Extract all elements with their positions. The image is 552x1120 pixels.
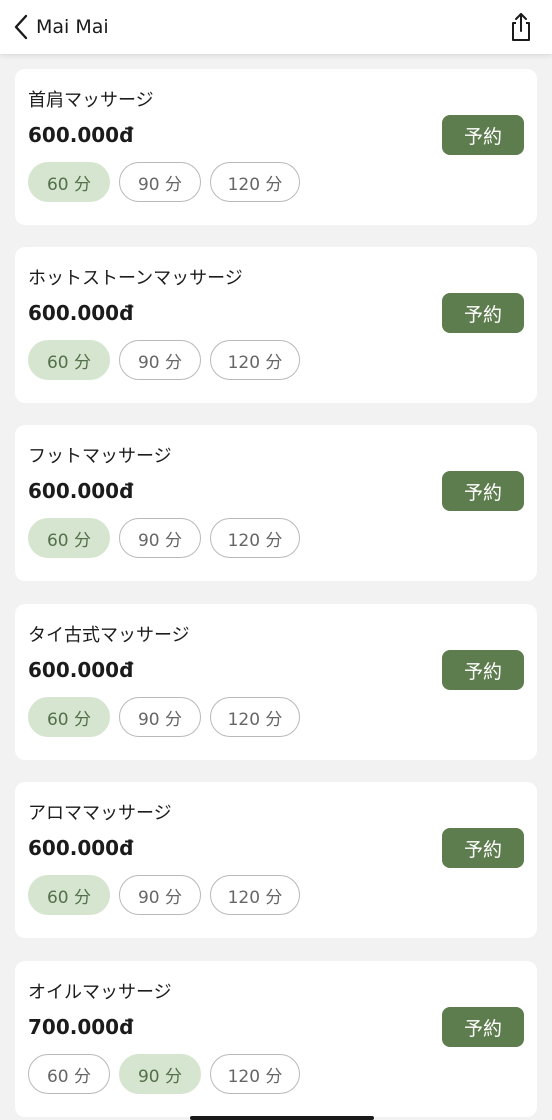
duration-chip-120[interactable]: 120 分 <box>210 875 300 915</box>
duration-chip-90[interactable]: 90 分 <box>119 875 201 915</box>
chevron-left-icon <box>14 14 28 40</box>
duration-chip-90[interactable]: 90 分 <box>119 340 201 380</box>
duration-chip-120[interactable]: 120 分 <box>210 697 300 737</box>
duration-chip-120[interactable]: 120 分 <box>210 1054 300 1094</box>
duration-chip-60[interactable]: 60 分 <box>28 340 110 380</box>
service-card: オイルマッサージ 700.000đ 予約 60 分 90 分 120 分 <box>15 961 537 1117</box>
book-button[interactable]: 予約 <box>442 828 524 868</box>
duration-chip-60[interactable]: 60 分 <box>28 875 110 915</box>
service-price: 600.000đ <box>28 479 134 503</box>
duration-chip-60[interactable]: 60 分 <box>28 697 110 737</box>
book-button[interactable]: 予約 <box>442 471 524 511</box>
duration-chip-90[interactable]: 90 分 <box>119 162 201 202</box>
service-price: 600.000đ <box>28 836 134 860</box>
service-name: タイ古式マッサージ <box>28 625 190 646</box>
service-card: アロママッサージ 600.000đ 予約 60 分 90 分 120 分 <box>15 782 537 938</box>
book-button[interactable]: 予約 <box>442 293 524 333</box>
service-card: フットマッサージ 600.000đ 予約 60 分 90 分 120 分 <box>15 425 537 581</box>
service-card: 首肩マッサージ 600.000đ 予約 60 分 90 分 120 分 <box>15 69 537 225</box>
service-name: ホットストーンマッサージ <box>28 268 243 289</box>
share-button[interactable] <box>506 11 536 43</box>
service-card: タイ古式マッサージ 600.000đ 予約 60 分 90 分 120 分 <box>15 604 537 760</box>
service-price: 700.000đ <box>28 1015 134 1039</box>
duration-chip-60[interactable]: 60 分 <box>28 1054 110 1094</box>
back-button[interactable]: Mai Mai <box>14 10 109 44</box>
top-bar: Mai Mai <box>0 0 552 54</box>
book-button[interactable]: 予約 <box>442 115 524 155</box>
duration-chip-60[interactable]: 60 分 <box>28 518 110 558</box>
service-name: フットマッサージ <box>28 446 172 467</box>
book-button[interactable]: 予約 <box>442 1007 524 1047</box>
duration-chip-90[interactable]: 90 分 <box>119 697 201 737</box>
service-price: 600.000đ <box>28 123 134 147</box>
service-name: 首肩マッサージ <box>28 90 154 111</box>
duration-chip-120[interactable]: 120 分 <box>210 518 300 558</box>
page-title: Mai Mai <box>36 16 109 38</box>
duration-chip-90[interactable]: 90 分 <box>119 518 201 558</box>
service-name: アロママッサージ <box>28 803 172 824</box>
duration-chip-120[interactable]: 120 分 <box>210 162 300 202</box>
service-name: オイルマッサージ <box>28 982 172 1003</box>
service-card: ホットストーンマッサージ 600.000đ 予約 60 分 90 分 120 分 <box>15 247 537 403</box>
book-button[interactable]: 予約 <box>442 650 524 690</box>
duration-chip-120[interactable]: 120 分 <box>210 340 300 380</box>
service-price: 600.000đ <box>28 301 134 325</box>
share-icon <box>506 13 536 47</box>
home-indicator <box>190 1116 374 1120</box>
duration-chip-60[interactable]: 60 分 <box>28 162 110 202</box>
duration-chip-90[interactable]: 90 分 <box>119 1054 201 1094</box>
service-price: 600.000đ <box>28 658 134 682</box>
